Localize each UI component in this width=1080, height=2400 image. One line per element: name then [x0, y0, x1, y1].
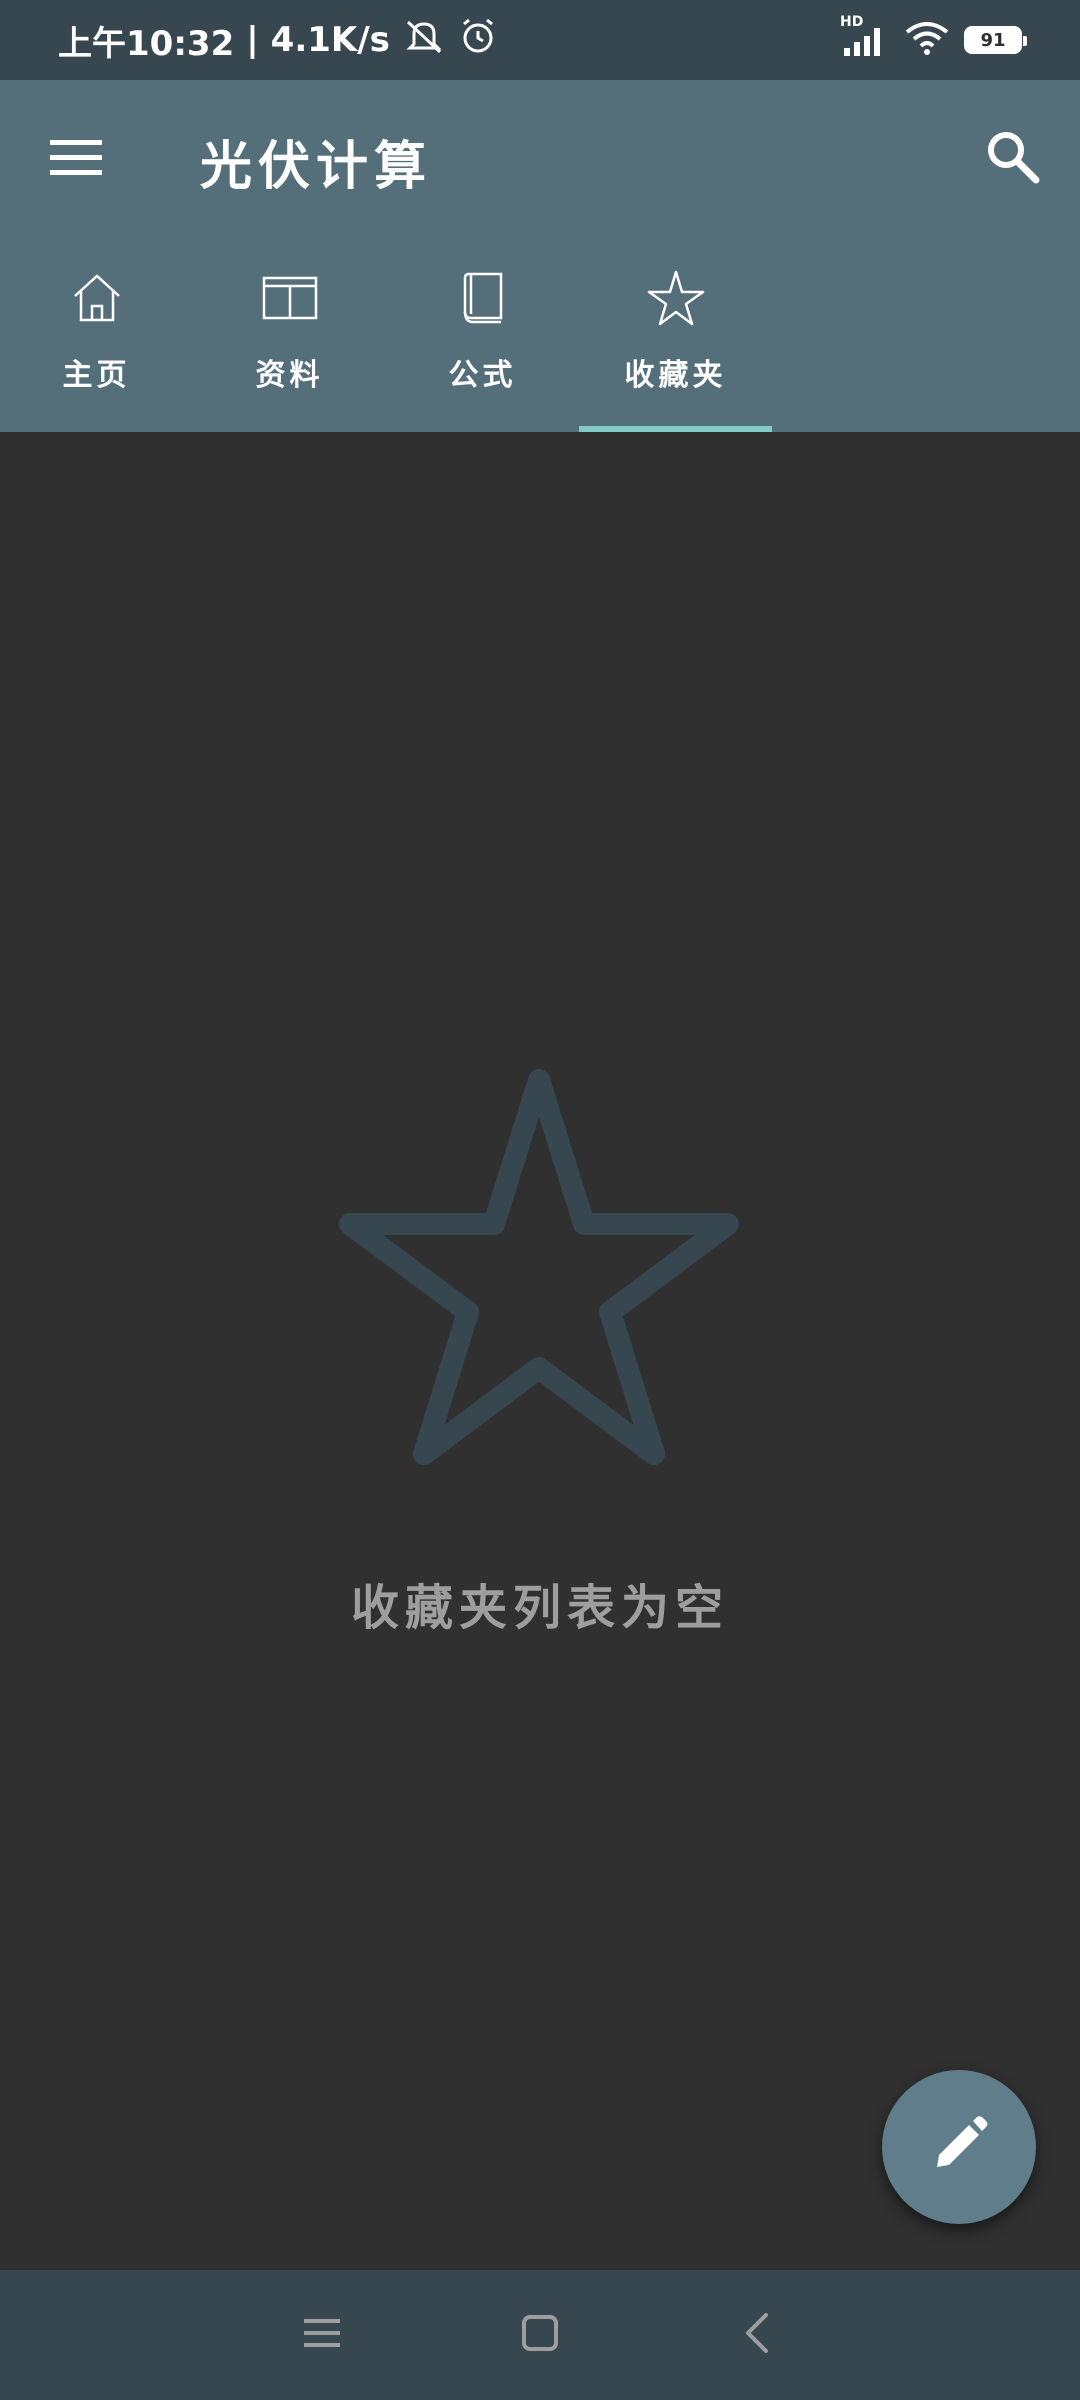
- tab-label: 公式: [448, 358, 517, 393]
- star-outline-icon: [336, 1062, 742, 1468]
- empty-state-message: 收藏夹列表为空: [350, 1580, 729, 1636]
- signal-icon: HD: [840, 14, 890, 60]
- wifi-icon: [904, 20, 950, 60]
- battery-level: 91: [980, 29, 1006, 51]
- home-button-icon[interactable]: [516, 2309, 564, 2361]
- tab-favorites[interactable]: 收藏夹: [579, 256, 772, 432]
- status-divider: |: [246, 20, 259, 60]
- table-icon: [260, 268, 320, 328]
- tab-label: 主页: [62, 358, 131, 393]
- status-time: 上午10:32: [58, 23, 235, 64]
- tab-home[interactable]: 主页: [0, 256, 193, 432]
- status-bar: 上午10:32 | 4.1K/s HD 91: [0, 0, 1080, 80]
- tab-formulas[interactable]: 公式: [386, 256, 579, 432]
- home-icon: [67, 268, 127, 328]
- star-icon: [646, 268, 706, 328]
- battery-icon: 91: [964, 26, 1027, 54]
- status-left: 上午10:32 | 4.1K/s: [58, 16, 498, 65]
- status-right: HD 91: [840, 14, 1027, 60]
- menu-icon[interactable]: [48, 130, 104, 186]
- system-nav-bar: [0, 2270, 1080, 2400]
- network-type: HD: [840, 14, 864, 30]
- edit-icon: [927, 2113, 991, 2181]
- app-bar: 光伏计算 主页 资料 公式 收藏夹: [0, 80, 1080, 432]
- edit-button[interactable]: [882, 2070, 1036, 2224]
- search-icon[interactable]: [982, 126, 1042, 186]
- page-title: 光伏计算: [200, 137, 433, 197]
- tab-label: 收藏夹: [624, 358, 727, 393]
- alarm-icon: [458, 16, 498, 65]
- back-icon[interactable]: [734, 2309, 782, 2361]
- tab-label: 资料: [255, 358, 324, 393]
- tab-bar: 主页 资料 公式 收藏夹: [0, 256, 772, 432]
- book-icon: [453, 268, 513, 328]
- status-speed: 4.1K/s: [270, 20, 390, 60]
- mute-icon: [402, 16, 446, 65]
- tab-materials[interactable]: 资料: [193, 256, 386, 432]
- recent-apps-icon[interactable]: [298, 2309, 346, 2361]
